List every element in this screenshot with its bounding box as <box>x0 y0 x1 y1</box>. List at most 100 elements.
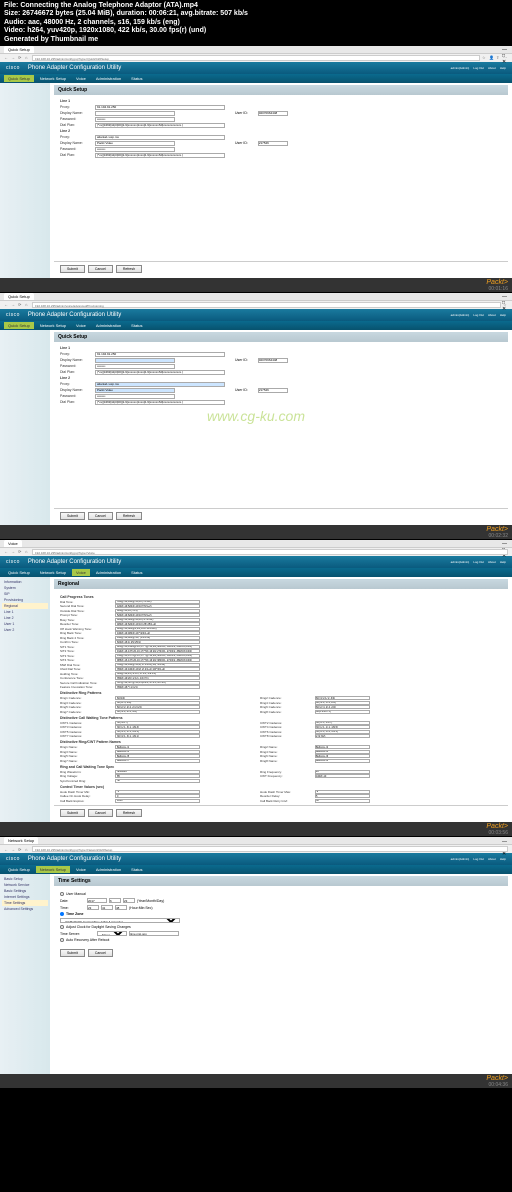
tab-administration[interactable]: Administration <box>92 75 125 82</box>
hour-input[interactable] <box>87 905 99 910</box>
tab-network-setup[interactable]: Network Setup <box>36 866 70 873</box>
forward-icon[interactable]: → <box>11 55 16 60</box>
star-icon[interactable]: ☆ <box>503 302 508 307</box>
userid-input[interactable] <box>258 111 288 116</box>
field-input[interactable] <box>315 790 370 794</box>
back-icon[interactable]: ← <box>4 847 9 852</box>
pass2-input[interactable] <box>95 394 175 399</box>
display2-input[interactable] <box>95 141 175 146</box>
tab-voice[interactable]: Voice <box>72 569 90 576</box>
tab-administration[interactable]: Administration <box>92 866 125 873</box>
browser-tab[interactable]: Quick Setup <box>4 293 34 300</box>
day-input[interactable] <box>123 898 135 903</box>
dial2-input[interactable] <box>95 153 225 158</box>
userid2-input[interactable] <box>258 141 288 146</box>
reload-icon[interactable]: ⟳ <box>18 55 23 60</box>
reload-icon[interactable]: ⟳ <box>18 549 23 554</box>
server-input[interactable] <box>129 931 179 936</box>
sidebar-item[interactable]: User 2 <box>2 627 48 633</box>
forward-icon[interactable]: → <box>11 302 16 307</box>
tab-voice[interactable]: Voice <box>72 322 90 329</box>
field-input[interactable] <box>115 654 200 658</box>
refresh-button[interactable]: Refresh <box>116 265 142 273</box>
home-icon[interactable]: ⌂ <box>25 847 30 852</box>
field-input[interactable] <box>315 799 370 803</box>
reload-icon[interactable]: ⟳ <box>18 847 23 852</box>
field-input[interactable] <box>315 701 370 705</box>
field-input[interactable] <box>115 640 200 644</box>
tab-quick-setup[interactable]: Quick Setup <box>4 866 34 873</box>
field-input[interactable] <box>115 734 200 738</box>
display-input[interactable] <box>95 111 175 116</box>
cancel-button[interactable]: Cancel <box>88 265 113 273</box>
forward-icon[interactable]: → <box>11 549 16 554</box>
field-input[interactable] <box>315 696 370 700</box>
field-input[interactable] <box>315 725 370 729</box>
min-input[interactable] <box>101 905 113 910</box>
back-icon[interactable]: ← <box>4 302 9 307</box>
field-input[interactable] <box>315 794 370 798</box>
server-mode-select[interactable]: Manual <box>97 931 127 936</box>
field-input[interactable] <box>115 754 200 758</box>
tab-network-setup[interactable]: Network Setup <box>36 75 70 82</box>
field-input[interactable] <box>115 745 200 749</box>
admin-link[interactable]: admin(Admin) <box>451 66 470 70</box>
month-input[interactable] <box>109 898 121 903</box>
url-bar[interactable]: 192.168.10.235/admin/config.jsp?type=Qui… <box>32 55 480 61</box>
window-controls[interactable]: — □ ✕ <box>502 839 508 843</box>
tab-network-setup[interactable]: Network Setup <box>36 569 70 576</box>
field-input[interactable] <box>115 710 200 714</box>
field-input[interactable] <box>115 631 200 635</box>
tab-network-setup[interactable]: Network Setup <box>36 322 70 329</box>
tab-quick-setup[interactable]: Quick Setup <box>4 75 34 82</box>
field-input[interactable] <box>115 685 200 689</box>
field-input[interactable] <box>115 609 200 613</box>
sec-input[interactable] <box>115 905 127 910</box>
field-input[interactable] <box>315 754 370 758</box>
field-input[interactable] <box>315 730 370 734</box>
field-input[interactable] <box>115 750 200 754</box>
dst-checkbox[interactable] <box>60 925 64 929</box>
field-input[interactable] <box>115 779 200 783</box>
field-input[interactable] <box>115 600 200 604</box>
home-icon[interactable]: ⌂ <box>25 549 30 554</box>
window-controls[interactable]: — □ ✕ <box>502 294 508 298</box>
field-input[interactable] <box>315 710 370 714</box>
reload-icon[interactable]: ⟳ <box>18 302 23 307</box>
home-icon[interactable]: ⌂ <box>25 302 30 307</box>
display2-input[interactable] <box>95 388 175 393</box>
field-input[interactable] <box>315 750 370 754</box>
field-input[interactable] <box>115 663 200 667</box>
refresh-button[interactable]: Refresh <box>116 809 142 817</box>
field-input[interactable] <box>115 645 200 649</box>
submit-button[interactable]: Submit <box>60 265 85 273</box>
cancel-button[interactable]: Cancel <box>88 949 113 957</box>
dial-input[interactable] <box>95 370 225 375</box>
field-input[interactable] <box>315 774 370 778</box>
user-icon[interactable]: 👤 <box>489 55 494 60</box>
url-bar[interactable]: 192.168.10.235/admin/config.jsp?type=Net… <box>32 846 508 852</box>
proxy-input[interactable] <box>95 352 225 357</box>
sidebar-item[interactable]: Advanced Settings <box>2 906 48 912</box>
tab-voice[interactable]: Voice <box>72 866 90 873</box>
cancel-button[interactable]: Cancel <box>88 809 113 817</box>
submit-button[interactable]: Submit <box>60 949 85 957</box>
field-input[interactable] <box>115 701 200 705</box>
menu-icon[interactable]: ⋯ <box>503 55 508 60</box>
share-icon[interactable]: ⇪ <box>496 55 501 60</box>
field-input[interactable] <box>115 676 200 680</box>
browser-tab[interactable]: Voice <box>4 540 22 547</box>
back-icon[interactable]: ← <box>4 55 9 60</box>
field-input[interactable] <box>115 774 200 778</box>
tab-voice[interactable]: Voice <box>72 75 90 82</box>
home-icon[interactable]: ⌂ <box>25 55 30 60</box>
proxy2-input[interactable] <box>95 382 225 387</box>
proxy2-input[interactable] <box>95 135 225 140</box>
field-input[interactable] <box>115 618 200 622</box>
window-controls[interactable]: — □ ✕ <box>502 541 508 545</box>
pass-input[interactable] <box>95 117 175 122</box>
field-input[interactable] <box>115 705 200 709</box>
refresh-button[interactable]: Refresh <box>116 512 142 520</box>
dial2-input[interactable] <box>95 400 225 405</box>
submit-button[interactable]: Submit <box>60 512 85 520</box>
